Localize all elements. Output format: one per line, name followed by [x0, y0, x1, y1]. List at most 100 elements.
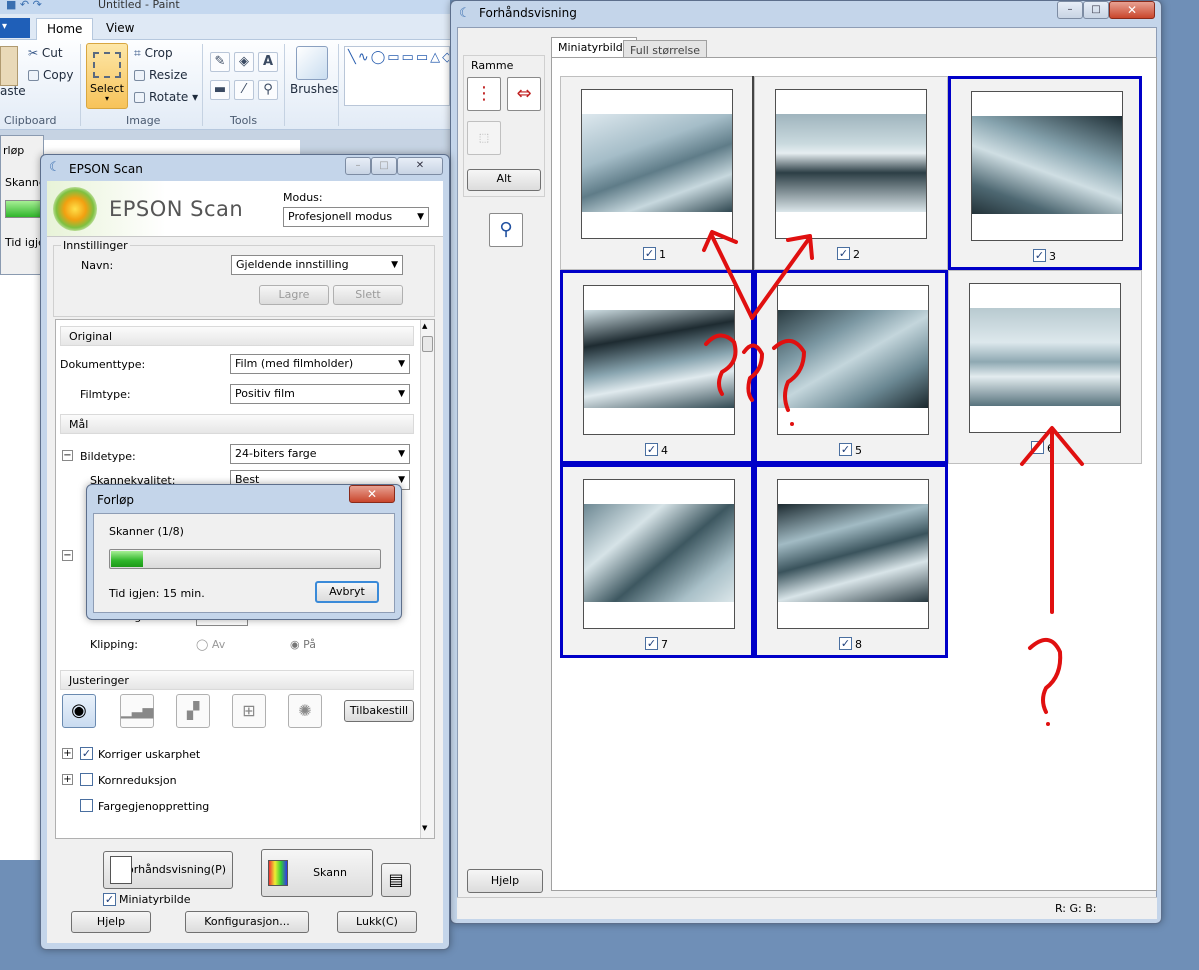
- frame-select-icon[interactable]: ⇔: [507, 77, 541, 111]
- selection-icon: [93, 52, 121, 78]
- copy-button[interactable]: Copy: [28, 68, 73, 82]
- close-button[interactable]: ✕: [397, 157, 443, 175]
- histogram-icon[interactable]: ▁▃▅: [120, 694, 154, 728]
- auto-exposure-icon[interactable]: ◉: [62, 694, 96, 728]
- paste-icon[interactable]: [0, 46, 18, 86]
- rotate-icon: [134, 92, 145, 103]
- minimize-button[interactable]: –: [345, 157, 371, 175]
- clipping-off-radio[interactable]: ◯ Av: [196, 638, 225, 651]
- frame-thumbnail[interactable]: ✓ 6: [948, 270, 1142, 464]
- frame-number: 1: [659, 248, 666, 261]
- scroll-thumb[interactable]: [422, 336, 433, 352]
- zoom-icon[interactable]: ⚲: [489, 213, 523, 247]
- frame-thumbnail[interactable]: ✓ 5: [754, 270, 948, 464]
- paint-titlebar: ■ ↶ ↷ Untitled - Paint: [0, 0, 450, 14]
- color-picker-icon[interactable]: ⁄: [234, 80, 254, 100]
- frame-number: 8: [855, 638, 862, 651]
- cancel-scan-button[interactable]: Avbryt: [315, 581, 379, 603]
- film-type-select[interactable]: Positiv film ▼: [230, 384, 410, 404]
- paint-quick-access-icon[interactable]: ■ ↶ ↷: [6, 0, 42, 11]
- maximize-button[interactable]: □: [371, 157, 397, 175]
- preview-help-button[interactable]: Hjelp: [467, 869, 543, 893]
- frame-image: [582, 114, 732, 212]
- help-button[interactable]: Hjelp: [71, 911, 151, 933]
- resize-button[interactable]: Resize: [134, 68, 187, 82]
- color-palette-icon[interactable]: ✺: [288, 694, 322, 728]
- expand-unsharp-icon[interactable]: +: [62, 748, 73, 759]
- mode-select[interactable]: Profesjonell modus ▼: [283, 207, 429, 227]
- paint-file-menu-button[interactable]: ▾: [0, 18, 30, 38]
- reset-button[interactable]: Tilbakestill: [344, 700, 414, 722]
- frame-checkbox[interactable]: ✓: [839, 443, 852, 456]
- rotate-button[interactable]: Rotate ▾: [134, 90, 198, 104]
- frame-image: [778, 504, 928, 602]
- settings-scrollbar[interactable]: ▲ ▼: [420, 320, 434, 838]
- brush-icon[interactable]: [296, 46, 328, 80]
- shapes-gallery[interactable]: ╲∿◯▭▭▭△◇⬠➤⇨⇩☆☆☆▭: [344, 46, 450, 106]
- eraser-icon[interactable]: ▬: [210, 80, 230, 100]
- scroll-down-icon[interactable]: ▼: [422, 824, 427, 832]
- grain-reduction-checkbox[interactable]: [80, 773, 93, 786]
- hidden-progress-dialog: rløp Skanne Tid igjen: [0, 135, 52, 275]
- tab-full-size[interactable]: Full størrelse: [623, 40, 708, 58]
- frame-checkbox[interactable]: ✓: [645, 637, 658, 650]
- frame-image: [778, 310, 928, 408]
- tab-home[interactable]: Home: [36, 18, 94, 40]
- tab-view[interactable]: View: [96, 18, 144, 40]
- frame-checkbox[interactable]: ✓: [643, 247, 656, 260]
- preview-button-label: Forhåndsvisning(P): [121, 863, 226, 876]
- maximize-button[interactable]: □: [1083, 1, 1109, 19]
- cut-button[interactable]: ✂ Cut: [28, 46, 63, 60]
- frame-number: 6: [1047, 442, 1054, 455]
- scan-button[interactable]: Skann: [261, 849, 373, 897]
- frame-checkbox[interactable]: ✓: [837, 247, 850, 260]
- frame-checkbox[interactable]: ✓: [645, 443, 658, 456]
- thumbnail-checkbox[interactable]: ✓: [103, 893, 116, 906]
- crop-button[interactable]: ⌗ Crop: [134, 46, 173, 61]
- preview-button[interactable]: Forhåndsvisning(P): [103, 851, 233, 889]
- frame-checkbox[interactable]: ✓: [1033, 249, 1046, 262]
- close-button[interactable]: ✕: [1109, 1, 1155, 19]
- collapse-image-type-icon[interactable]: −: [62, 450, 73, 461]
- frame-thumbnail[interactable]: ✓ 7: [560, 464, 754, 658]
- scroll-up-icon[interactable]: ▲: [422, 322, 427, 330]
- close-button[interactable]: ✕: [349, 485, 395, 503]
- pencil-icon[interactable]: ✎: [210, 52, 230, 72]
- delete-settings-button[interactable]: Slett: [333, 285, 403, 305]
- unsharp-checkbox[interactable]: ✓: [80, 747, 93, 760]
- frame-thumbnail[interactable]: ✓ 3: [948, 76, 1142, 270]
- settings-group-label: Innstillinger: [61, 239, 130, 252]
- select-button[interactable]: Select ▾: [86, 43, 128, 109]
- paste-label[interactable]: aste: [0, 84, 26, 98]
- save-settings-button[interactable]: Lagre: [259, 285, 329, 305]
- frame-photo: [583, 285, 735, 435]
- folder-icon[interactable]: ▤: [381, 863, 411, 897]
- brushes-button[interactable]: Brushes: [290, 82, 338, 96]
- ribbon-separator: [338, 44, 339, 126]
- clipping-on-radio[interactable]: ◉ På: [290, 638, 316, 651]
- expand-grain-icon[interactable]: +: [62, 774, 73, 785]
- document-type-select[interactable]: Film (med filmholder) ▼: [230, 354, 410, 374]
- all-button[interactable]: Alt: [467, 169, 541, 191]
- minimize-button[interactable]: –: [1057, 1, 1083, 19]
- fill-icon[interactable]: ◈: [234, 52, 254, 72]
- frame-photo: [583, 479, 735, 629]
- frame-checkbox[interactable]: ✓: [1031, 441, 1044, 454]
- close-dialog-button[interactable]: Lukk(C): [337, 911, 417, 933]
- frame-thumbnail[interactable]: ✓ 2: [754, 76, 948, 270]
- auto-locate-icon[interactable]: ⋮: [467, 77, 501, 111]
- collapse-section-icon[interactable]: −: [62, 550, 73, 561]
- color-restoration-checkbox[interactable]: [80, 799, 93, 812]
- frame-thumbnail[interactable]: ✓ 8: [754, 464, 948, 658]
- frame-photo: [775, 89, 927, 239]
- image-adjust-icon[interactable]: ⊞: [232, 694, 266, 728]
- name-select[interactable]: Gjeldende innstilling ▼: [231, 255, 403, 275]
- tone-correction-icon[interactable]: ▞: [176, 694, 210, 728]
- configuration-button[interactable]: Konfigurasjon...: [185, 911, 309, 933]
- text-tool-icon[interactable]: A: [258, 52, 278, 72]
- image-type-select[interactable]: 24-biters farge ▼: [230, 444, 410, 464]
- frame-thumbnail[interactable]: ✓ 4: [560, 270, 754, 464]
- magnifier-icon[interactable]: ⚲: [258, 80, 278, 100]
- frame-checkbox[interactable]: ✓: [839, 637, 852, 650]
- frame-thumbnail[interactable]: ✓ 1: [560, 76, 754, 270]
